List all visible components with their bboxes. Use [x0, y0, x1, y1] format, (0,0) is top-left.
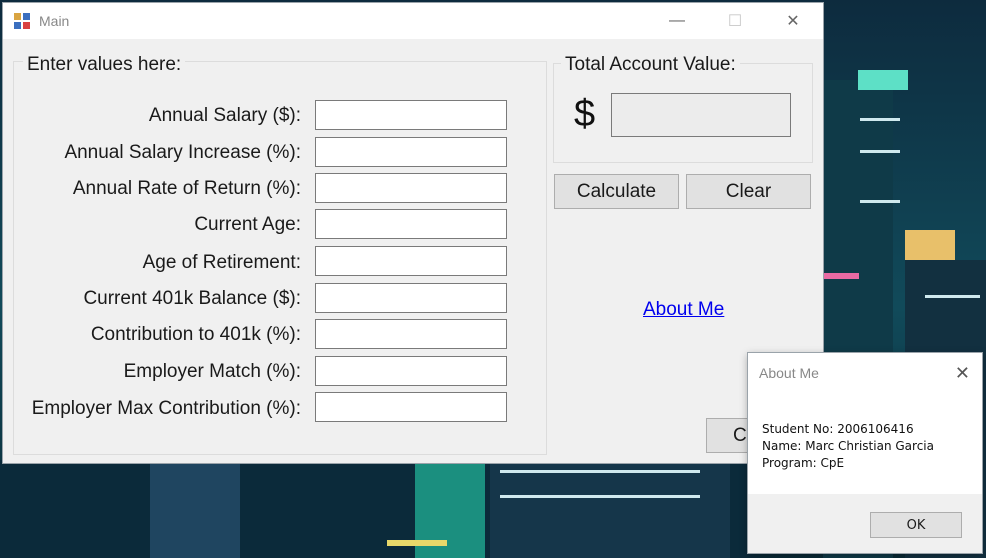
building — [150, 463, 240, 558]
about-close-icon[interactable]: ✕ — [955, 363, 970, 384]
current-age-input[interactable] — [315, 209, 507, 239]
dollar-sign: $ — [574, 93, 596, 135]
current-401k-balance-input[interactable] — [315, 283, 507, 313]
retirement-age-input[interactable] — [315, 246, 507, 276]
inputs-group-label: Enter values here: — [23, 54, 186, 76]
employer-max-contribution-input[interactable] — [315, 392, 507, 422]
clear-button[interactable]: Clear — [686, 174, 811, 209]
salary-increase-label: Annual Salary Increase (%): — [64, 142, 301, 163]
about-dialog: About Me ✕ Student No: 2006106416 Name: … — [748, 353, 982, 553]
current-401k-balance-label: Current 401k Balance ($): — [83, 288, 301, 309]
about-message-area: Student No: 2006106416 Name: Marc Christ… — [748, 394, 982, 494]
window-title: Main — [39, 13, 70, 29]
maximize-button[interactable]: ☐ — [706, 3, 764, 39]
annual-salary-label: Annual Salary ($): — [148, 105, 301, 126]
building — [490, 463, 730, 558]
building-lights — [860, 118, 900, 121]
minimize-icon: — — [669, 12, 685, 29]
building-lights — [860, 200, 900, 203]
close-button[interactable]: ✕ — [764, 3, 822, 39]
student-name-text: Name: Marc Christian Garcia — [762, 439, 934, 453]
employer-max-contribution-label: Employer Max Contribution (%): — [31, 398, 301, 419]
building-lights — [500, 495, 700, 498]
building-sign — [387, 540, 447, 546]
student-number-text: Student No: 2006106416 — [762, 422, 914, 436]
program-text: Program: CpE — [762, 456, 845, 470]
close-icon: ✕ — [786, 13, 800, 30]
building-lights — [860, 150, 900, 153]
total-value-output — [611, 93, 791, 137]
employer-match-input[interactable] — [315, 356, 507, 386]
employer-match-label: Employer Match (%): — [123, 361, 301, 382]
about-me-link[interactable]: About Me — [643, 299, 724, 321]
building — [858, 70, 908, 90]
salary-increase-input[interactable] — [315, 137, 507, 167]
annual-salary-input[interactable] — [315, 100, 507, 130]
about-dialog-title: About Me — [759, 365, 819, 381]
calculate-button[interactable]: Calculate — [554, 174, 679, 209]
rate-of-return-label: Annual Rate of Return (%): — [72, 178, 301, 199]
rate-of-return-input[interactable] — [315, 173, 507, 203]
retirement-age-label: Age of Retirement: — [142, 252, 301, 273]
about-titlebar[interactable]: About Me ✕ — [748, 353, 982, 394]
minimize-button[interactable]: — — [648, 3, 706, 39]
main-titlebar[interactable]: Main — ☐ ✕ — [3, 3, 823, 39]
total-group-label: Total Account Value: — [561, 54, 740, 76]
building-lights — [500, 470, 700, 473]
main-window: Main — ☐ ✕ Enter values here: Annual Sal… — [3, 3, 823, 463]
ok-button[interactable]: OK — [870, 512, 962, 538]
building-sign — [823, 273, 859, 279]
app-icon — [14, 13, 30, 29]
building-lights — [925, 295, 980, 298]
building — [905, 230, 955, 260]
contribution-401k-input[interactable] — [315, 319, 507, 349]
current-age-label: Current Age: — [194, 214, 301, 235]
contribution-401k-label: Contribution to 401k (%): — [90, 324, 301, 345]
maximize-icon: ☐ — [727, 13, 743, 30]
